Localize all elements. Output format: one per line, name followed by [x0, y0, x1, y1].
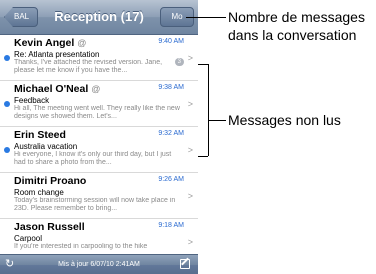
navigation-bar: BAL Reception (17) Mo	[0, 0, 198, 35]
message-subject: Feedback	[14, 96, 50, 105]
callout-unread: Messages non lus	[228, 112, 341, 128]
message-subject: Carpool	[14, 234, 43, 243]
mailbox-title: Reception (17)	[54, 9, 144, 24]
message-sender: Kevin Angel @	[14, 37, 87, 49]
chevron-right-icon: >	[187, 237, 193, 247]
last-updated-status: Mis à jour 6/07/10 2:41AM	[58, 261, 140, 268]
message-list: Kevin Angel @ 9:40 AM Re: Atlanta presen…	[0, 35, 198, 259]
message-sender: Erin Steed	[14, 129, 66, 141]
callout-line-unread	[208, 120, 226, 121]
message-row[interactable]: Michael O'Neal @ 9:38 AM Feedback Hi all…	[0, 81, 198, 127]
message-subject: Re: Atlanta presentation	[14, 50, 100, 59]
message-time: 9:40 AM	[158, 38, 184, 45]
unread-dot-icon	[4, 147, 10, 153]
chevron-right-icon: >	[187, 145, 193, 155]
chevron-right-icon: >	[187, 53, 193, 63]
callout-bracket	[208, 64, 209, 156]
back-button[interactable]: BAL	[4, 7, 38, 27]
message-subject: Room change	[14, 188, 64, 197]
chevron-right-icon: >	[187, 191, 193, 201]
message-time: 9:26 AM	[158, 176, 184, 183]
thread-count-badge: 3	[174, 58, 184, 66]
callout-bracket-top	[198, 64, 208, 65]
chevron-right-icon: >	[187, 99, 193, 109]
callout-thread-count: Nombre de messages dans la conversation	[228, 9, 365, 43]
refresh-icon[interactable]: ↻	[5, 257, 14, 270]
message-row[interactable]: Kevin Angel @ 9:40 AM Re: Atlanta presen…	[0, 35, 198, 81]
callout-line-thread-count	[186, 17, 226, 18]
message-subject: Australia vacation	[14, 142, 78, 151]
unread-dot-icon	[4, 55, 10, 61]
message-sender: Michael O'Neal @	[14, 83, 101, 95]
bottom-toolbar: ↻ Mis à jour 6/07/10 2:41AM	[0, 254, 198, 274]
message-preview: Hi everyone, I know it's only our third …	[14, 151, 172, 166]
unread-dot-icon	[4, 101, 10, 107]
compose-icon[interactable]	[180, 259, 190, 269]
message-time: 9:32 AM	[158, 130, 184, 137]
mail-app-screen: BAL Reception (17) Mo Kevin Angel @ 9:40…	[0, 0, 198, 274]
message-row[interactable]: Jason Russell 9:18 AM Carpool If you're …	[0, 219, 198, 259]
message-sender: Dimitri Proano	[14, 175, 87, 187]
callout-bracket-bottom	[198, 156, 208, 157]
message-row[interactable]: Dimitri Proano 9:26 AM Room change Today…	[0, 173, 198, 219]
attachment-icon: @	[91, 84, 101, 94]
attachment-icon: @	[77, 38, 87, 48]
message-preview: Hi all, The meeting went well. They real…	[14, 105, 180, 120]
message-sender: Jason Russell	[14, 221, 85, 233]
message-row[interactable]: Erin Steed 9:32 AM Australia vacation Hi…	[0, 127, 198, 173]
message-time: 9:18 AM	[158, 222, 184, 229]
message-preview: Thanks, I've attached the revised versio…	[14, 59, 163, 74]
message-preview: Today's brainstorming session will now t…	[14, 197, 176, 212]
message-time: 9:38 AM	[158, 84, 184, 91]
